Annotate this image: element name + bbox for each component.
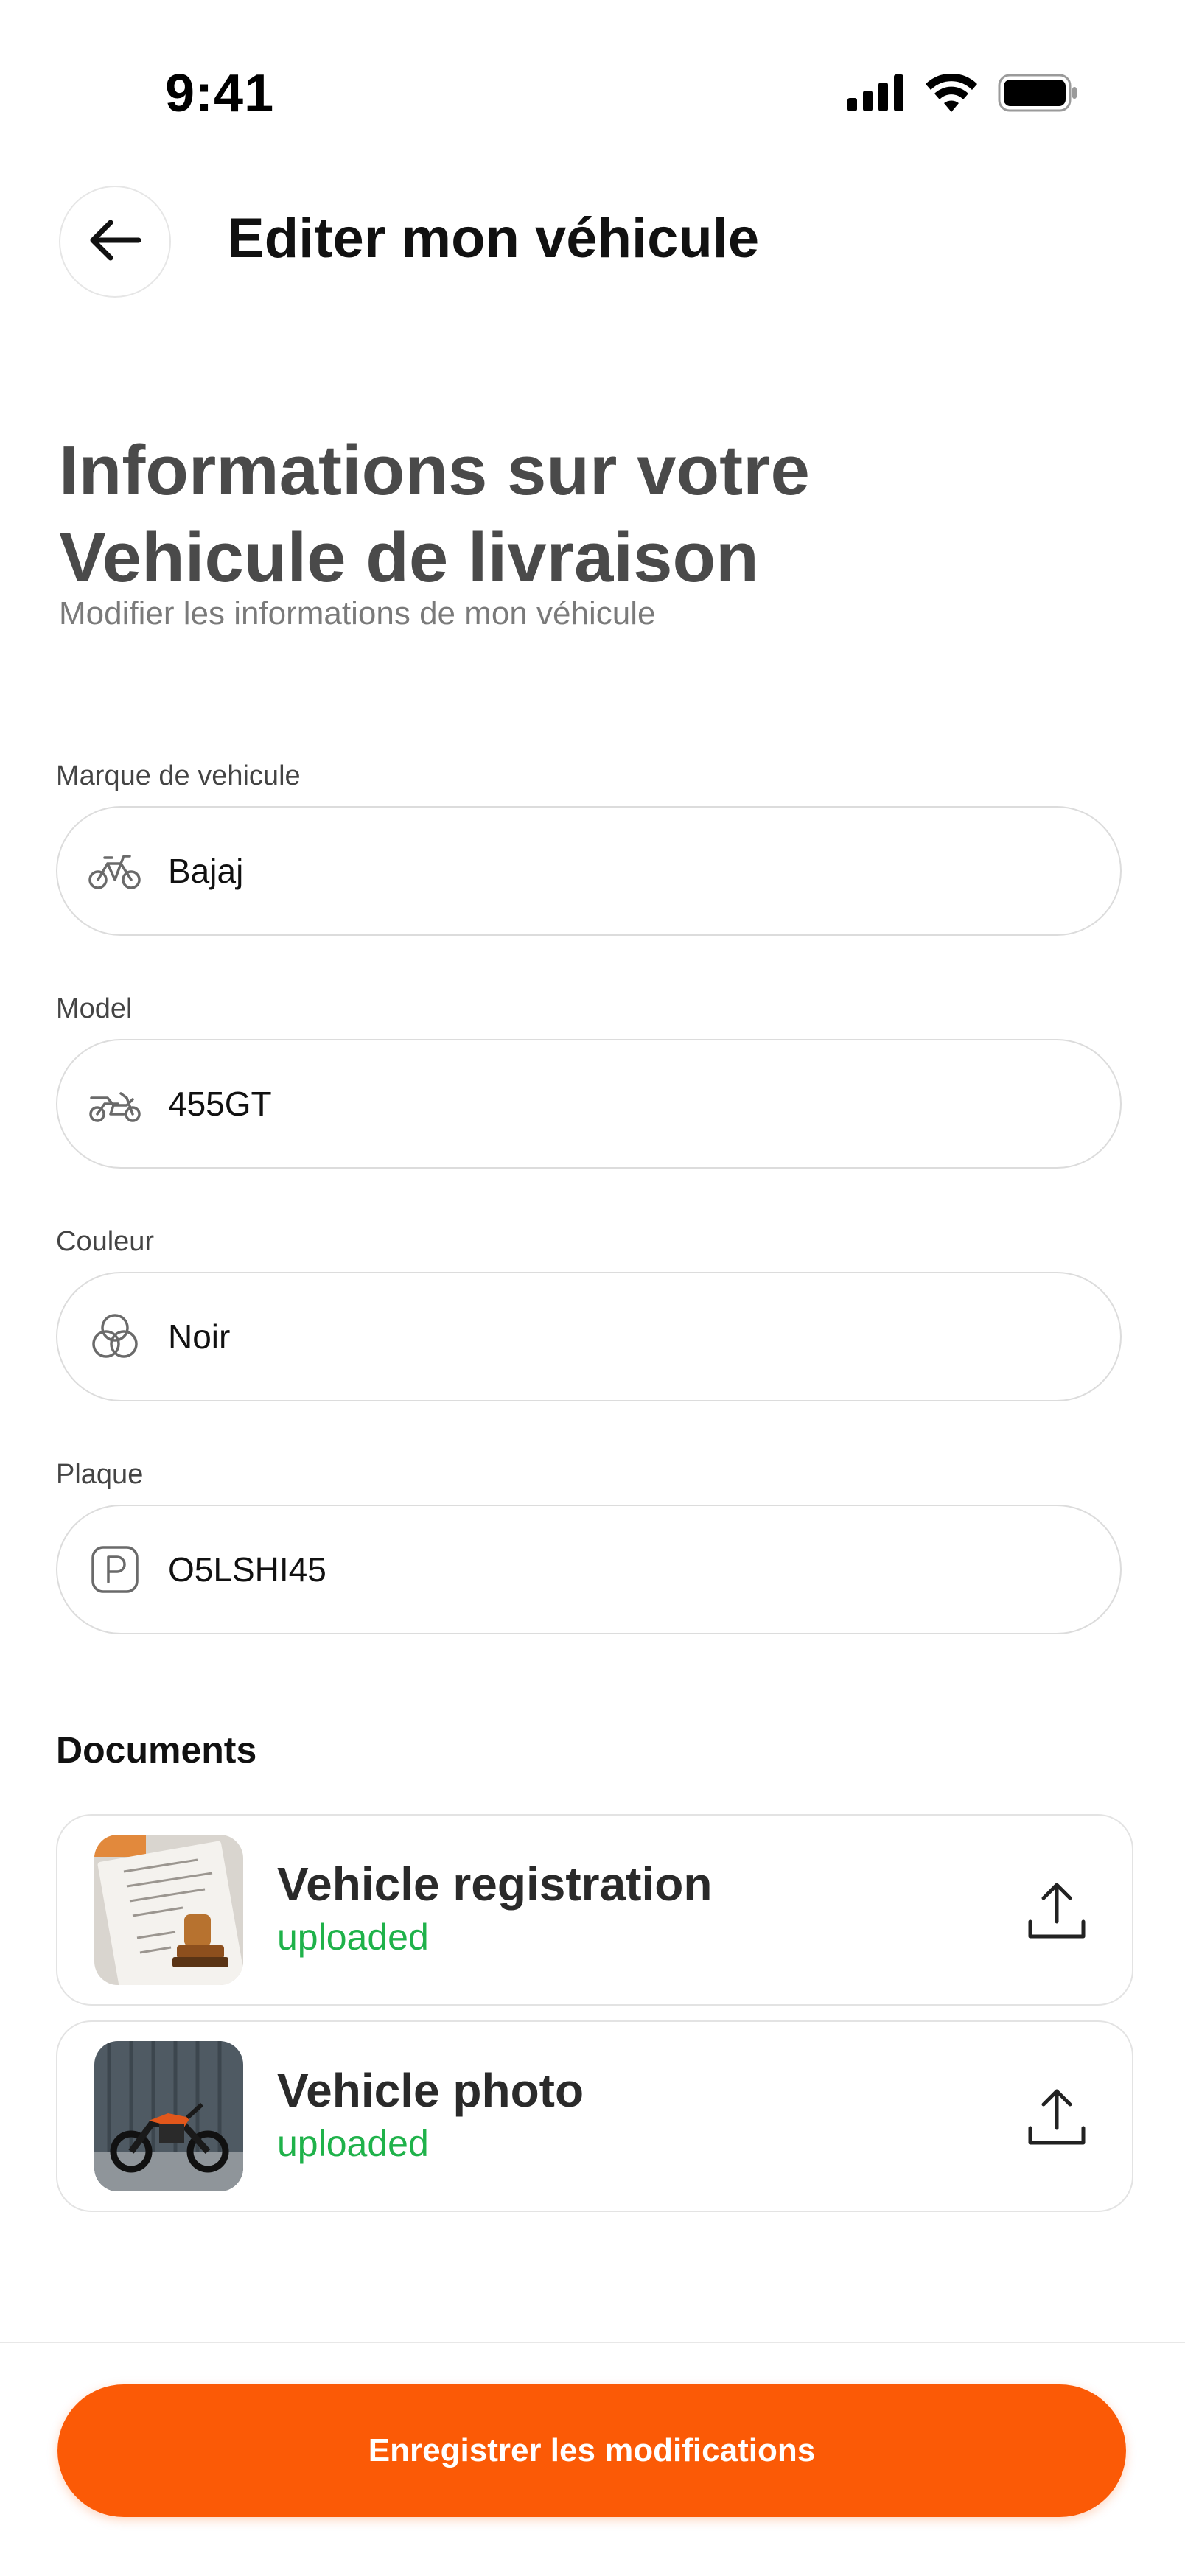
plate-field[interactable]: O5LSHI45 — [56, 1505, 1122, 1634]
upload-icon[interactable] — [1020, 2081, 1094, 2155]
color-field[interactable]: Noir — [56, 1272, 1122, 1401]
color-circles-icon — [88, 1310, 141, 1363]
status-time: 9:41 — [165, 64, 275, 123]
page-title: Editer mon véhicule — [227, 207, 760, 270]
document-status: uploaded — [277, 1917, 429, 1958]
document-card-photo[interactable]: Vehicle photo uploaded — [56, 2020, 1133, 2212]
document-name: Vehicle registration — [277, 1858, 713, 1911]
color-value: Noir — [168, 1317, 231, 1356]
save-button[interactable]: Enregistrer les modifications — [57, 2384, 1126, 2517]
parking-plate-icon — [88, 1543, 141, 1596]
status-icons — [847, 73, 1077, 116]
section-heading-line2: Vehicule de livraison — [59, 518, 759, 597]
model-field[interactable]: 455GT — [56, 1039, 1122, 1169]
motorcycle-icon — [88, 1077, 141, 1130]
section-heading-line1: Informations sur votre — [59, 431, 810, 510]
wifi-icon — [926, 73, 977, 116]
back-button[interactable] — [59, 186, 171, 298]
model-label: Model — [56, 993, 133, 1024]
color-label: Couleur — [56, 1226, 155, 1257]
section-heading: Informations sur votre Vehicule de livra… — [59, 427, 1017, 601]
document-card-registration[interactable]: Vehicle registration uploaded — [56, 1814, 1133, 2006]
status-bar: 9:41 — [0, 0, 1185, 147]
plate-label: Plaque — [56, 1459, 144, 1490]
brand-value: Bajaj — [168, 852, 244, 890]
arrow-left-icon — [88, 218, 141, 266]
bicycle-icon — [88, 844, 141, 897]
brand-label: Marque de vehicule — [56, 760, 301, 791]
section-subtitle: Modifier les informations de mon véhicul… — [59, 595, 656, 631]
document-status: uploaded — [277, 2123, 429, 2164]
model-value: 455GT — [168, 1085, 272, 1123]
document-name: Vehicle photo — [277, 2064, 584, 2117]
battery-icon — [998, 74, 1077, 116]
footer-divider — [0, 2342, 1185, 2343]
plate-value: O5LSHI45 — [168, 1550, 326, 1589]
upload-icon[interactable] — [1020, 1875, 1094, 1948]
motorcycle-photo-icon — [94, 2041, 243, 2191]
documents-heading: Documents — [56, 1729, 257, 1771]
brand-field[interactable]: Bajaj — [56, 806, 1122, 936]
signal-icon — [847, 74, 905, 115]
document-stamp-icon — [94, 1835, 243, 1985]
